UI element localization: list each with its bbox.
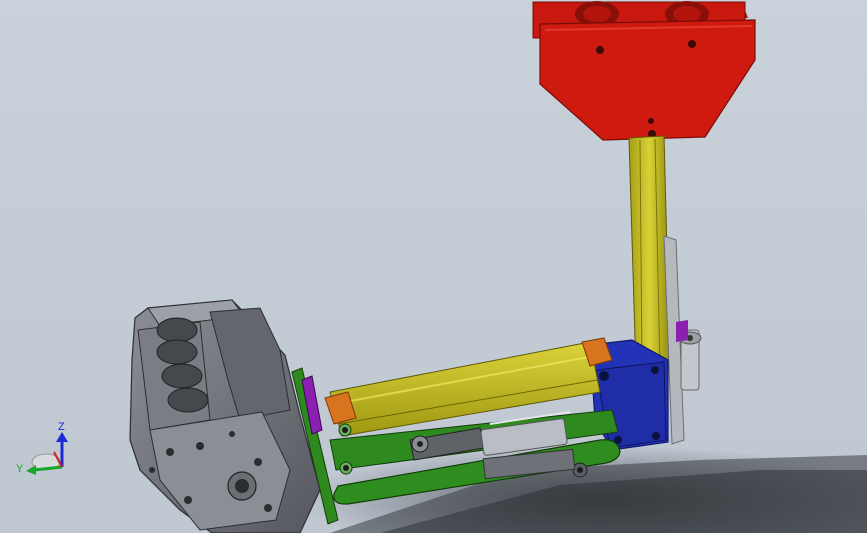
coordinate-triad[interactable]: Z Y — [16, 421, 68, 475]
y-axis-arrow — [26, 465, 36, 475]
y-axis-label: Y — [16, 463, 24, 475]
engine-block[interactable] — [129, 299, 321, 533]
gantry-trolley[interactable] — [532, 1, 756, 141]
z-axis-label: Z — [58, 421, 65, 433]
cad-scene[interactable]: Z Y — [0, 0, 867, 533]
cad-viewport[interactable]: Z Y — [0, 0, 867, 533]
z-axis-arrow — [56, 432, 68, 442]
